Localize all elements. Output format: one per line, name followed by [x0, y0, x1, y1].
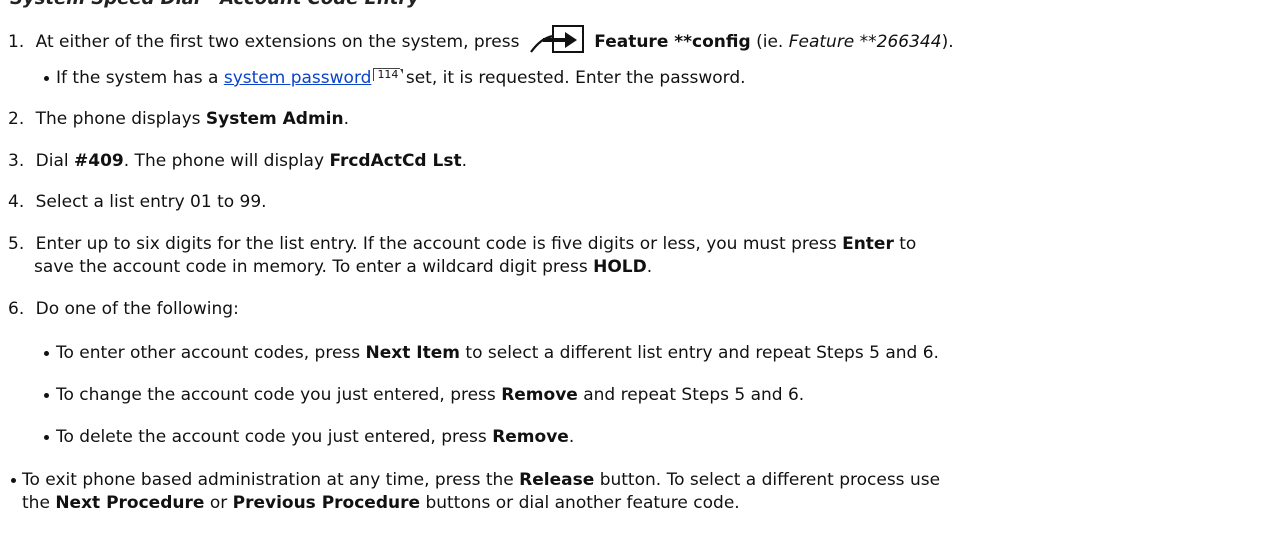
- feature-config-label: Feature **config: [594, 32, 751, 52]
- bullet-text: .: [568, 427, 575, 447]
- step-text: ).: [941, 32, 954, 52]
- step-text: .: [461, 151, 468, 171]
- bullet-text: To change the account code you just ente…: [56, 385, 496, 405]
- step-number: 2.: [8, 109, 25, 129]
- step-6: 6. Do one of the following:: [8, 298, 239, 320]
- bullet-text: and repeat Steps 5 and 6.: [583, 385, 805, 405]
- system-password-link[interactable]: system password: [224, 68, 372, 88]
- bullet-icon: [44, 351, 49, 356]
- bullet-text: To enter other account codes, press: [56, 343, 361, 363]
- step-number: 4.: [8, 192, 25, 212]
- step-3: 3. Dial #409. The phone will display Frc…: [8, 150, 467, 172]
- next-procedure-key-label: Next Procedure: [55, 493, 205, 513]
- step-text: Dial: [35, 151, 69, 171]
- step-text: At either of the first two extensions on…: [35, 32, 520, 52]
- bullet-text: To delete the account code you just ente…: [56, 427, 487, 447]
- step-text: .: [646, 257, 653, 277]
- step-text: Do one of the following:: [35, 299, 239, 319]
- hold-key-label: HOLD: [593, 257, 647, 277]
- release-key-label: Release: [519, 470, 595, 490]
- previous-procedure-key-label: Previous Procedure: [232, 493, 421, 513]
- step-text: (ie.: [756, 32, 784, 52]
- dial-code: #409: [74, 151, 124, 171]
- step-5-line-2: save the account code in memory. To ente…: [34, 256, 652, 278]
- bullet-icon: [11, 478, 16, 483]
- step-text: Enter up to six digits for the list entr…: [35, 234, 837, 254]
- step-text: save the account code in memory. To ente…: [34, 257, 588, 277]
- step-1-bullet: If the system has a system password 114 s…: [56, 67, 746, 89]
- example-code: Feature **266344: [788, 32, 942, 52]
- remove-key-label: Remove: [492, 427, 569, 447]
- step-6-option-2: To change the account code you just ente…: [56, 384, 804, 406]
- step-2: 2. The phone displays System Admin.: [8, 108, 349, 130]
- section-heading: System Speed Dial - Account Code Entry: [10, 0, 419, 9]
- step-text: .: [343, 109, 350, 129]
- page-reference[interactable]: 114: [373, 68, 404, 81]
- remove-key-label: Remove: [501, 385, 578, 405]
- step-text: to: [899, 234, 917, 254]
- step-5: 5. Enter up to six digits for the list e…: [8, 233, 916, 255]
- step-6-option-1: To enter other account codes, press Next…: [56, 342, 939, 364]
- note-text: button. To select a different process us…: [599, 470, 941, 490]
- step-text: Select a list entry 01 to 99.: [35, 192, 267, 212]
- step-text: The phone displays: [35, 109, 201, 129]
- step-number: 6.: [8, 299, 25, 319]
- note-text: To exit phone based administration at an…: [22, 470, 514, 490]
- exit-note-line-2: the Next Procedure or Previous Procedure…: [22, 492, 740, 514]
- bullet-text: If the system has a: [56, 68, 219, 88]
- step-number: 1.: [8, 32, 25, 52]
- step-number: 5.: [8, 234, 25, 254]
- exit-note: To exit phone based administration at an…: [22, 469, 940, 491]
- bullet-text: to select a different list entry and rep…: [465, 343, 939, 363]
- step-6-option-3: To delete the account code you just ente…: [56, 426, 574, 448]
- next-item-key-label: Next Item: [365, 343, 460, 363]
- bullet-text: set, it is requested. Enter the password…: [405, 68, 746, 88]
- step-4: 4. Select a list entry 01 to 99.: [8, 191, 267, 213]
- bullet-icon: [44, 435, 49, 440]
- step-1: 1. At either of the first two extensions…: [8, 24, 954, 54]
- display-text: FrcdActCd Lst: [329, 151, 462, 171]
- step-number: 3.: [8, 151, 25, 171]
- bullet-icon: [44, 393, 49, 398]
- note-text: buttons or dial another feature code.: [425, 493, 740, 513]
- step-text: . The phone will display: [123, 151, 325, 171]
- note-text: the: [22, 493, 50, 513]
- bullet-icon: [44, 76, 49, 81]
- display-text: System Admin: [205, 109, 344, 129]
- feature-button-icon: [529, 24, 585, 54]
- enter-key-label: Enter: [842, 234, 894, 254]
- note-text: or: [209, 493, 228, 513]
